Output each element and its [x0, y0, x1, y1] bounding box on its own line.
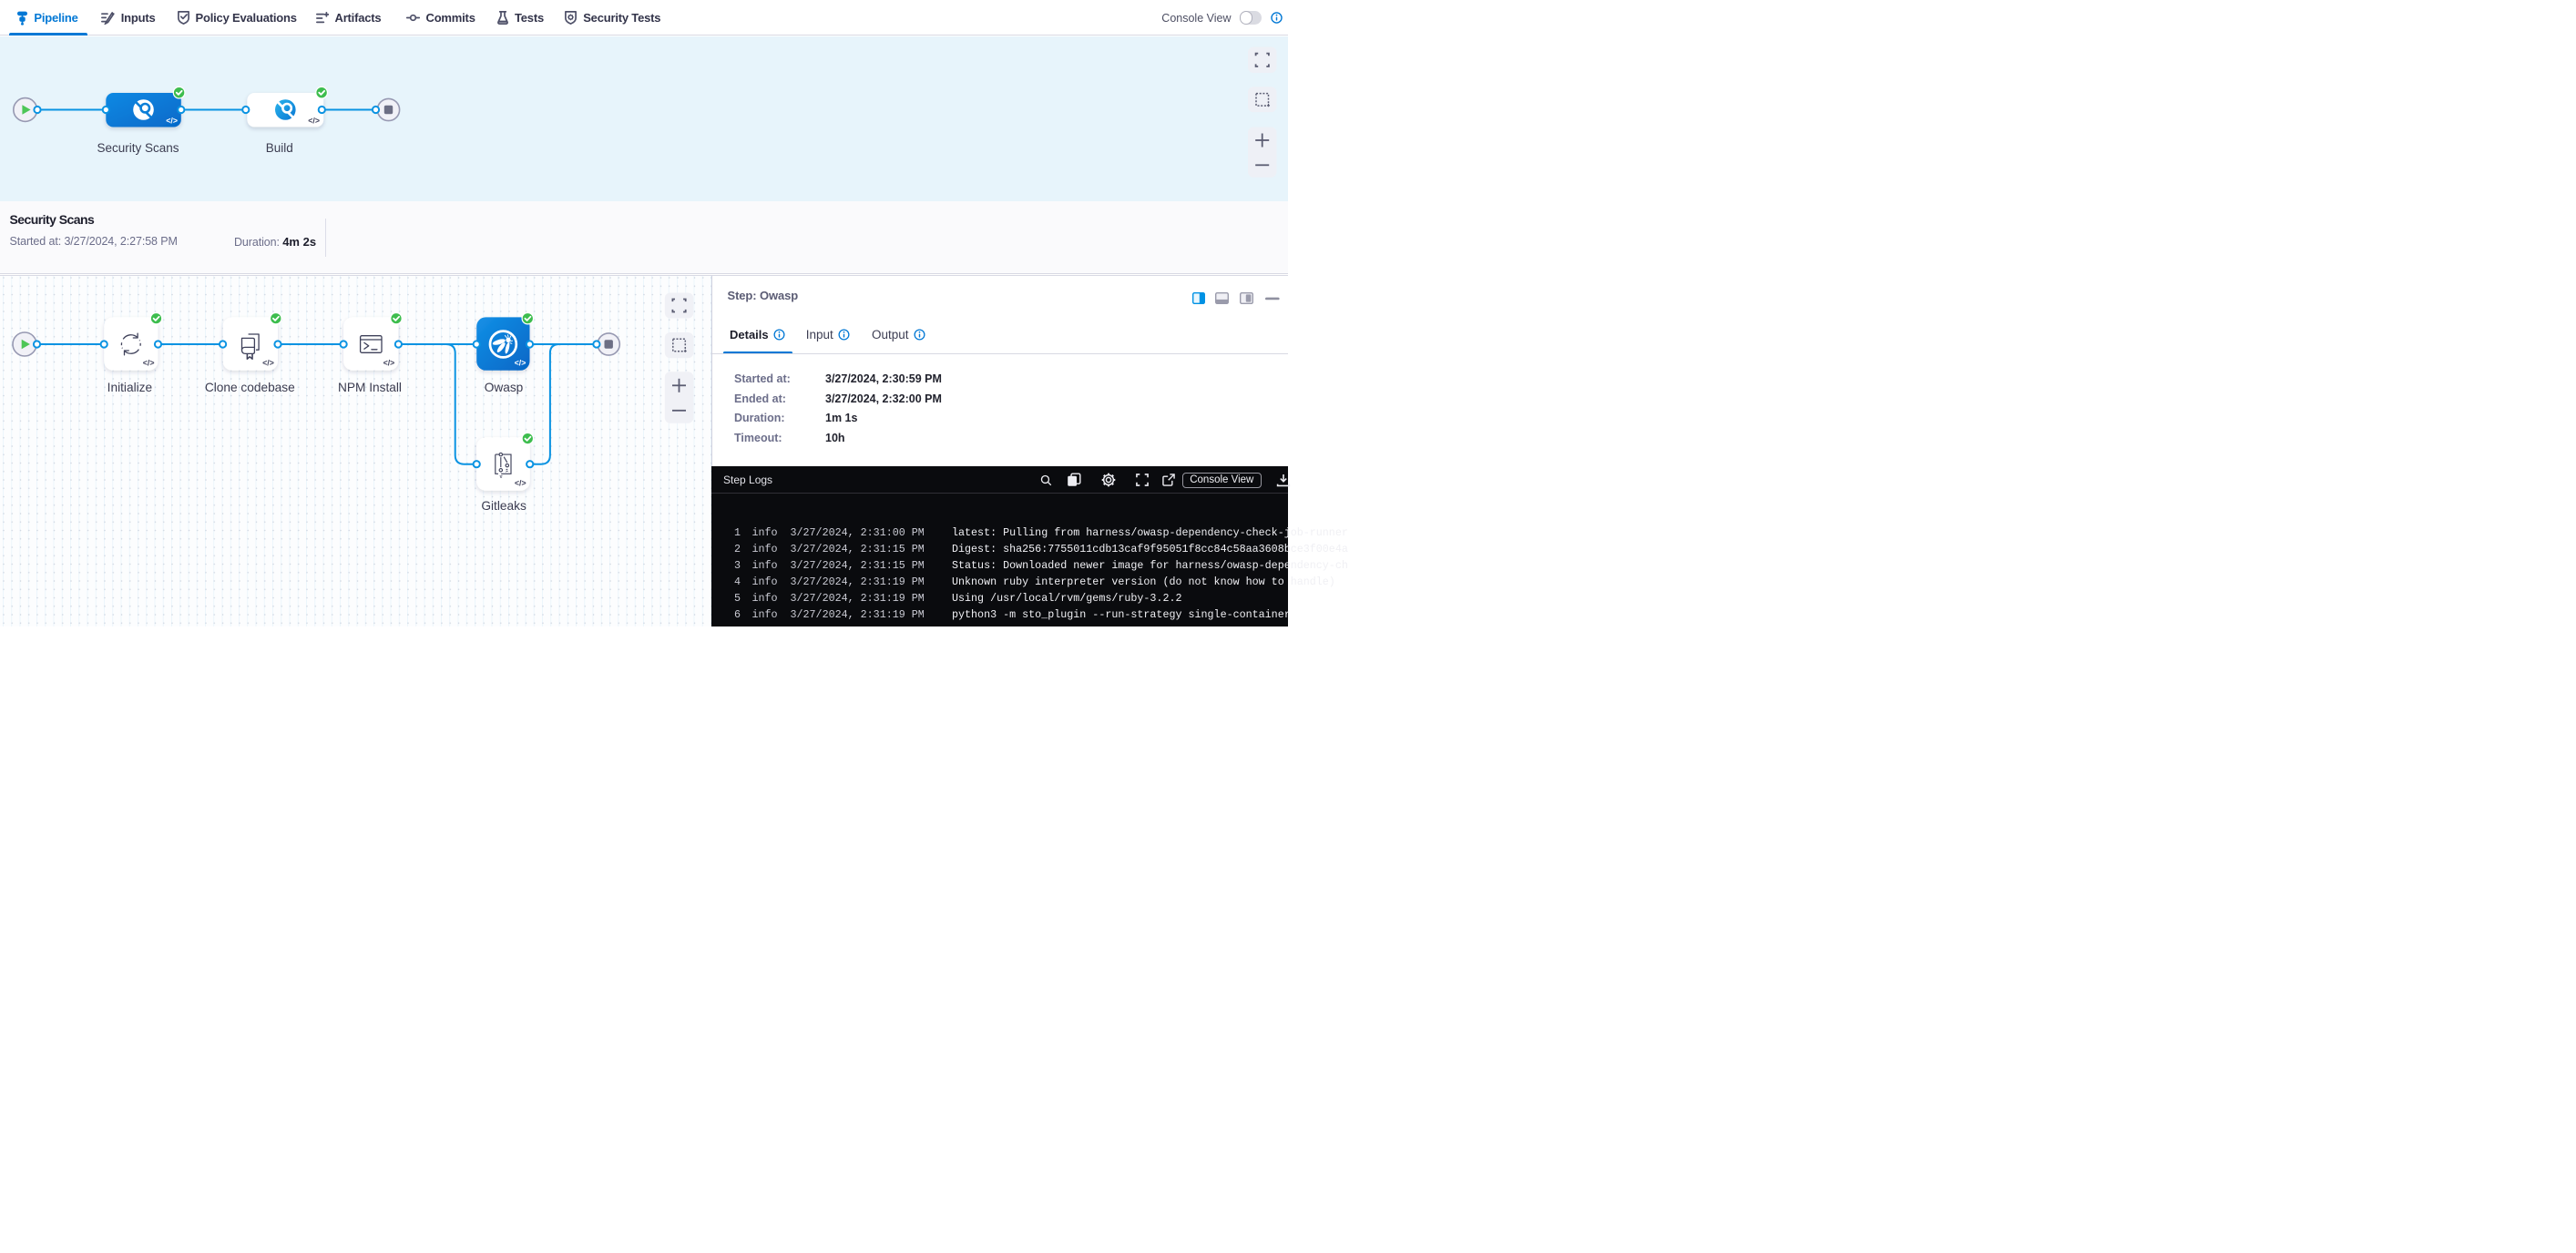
svg-text:</>: </>	[166, 117, 178, 126]
svg-text:Build: Build	[266, 141, 293, 155]
svg-text:Initialize: Initialize	[107, 381, 152, 394]
svg-text:Owasp: Owasp	[485, 381, 524, 394]
svg-text:NPM Install: NPM Install	[338, 381, 402, 394]
svg-text:</>: </>	[515, 479, 526, 488]
svg-text:Security Scans: Security Scans	[97, 141, 179, 155]
svg-text:Gitleaks: Gitleaks	[481, 499, 526, 513]
svg-text:</>: </>	[308, 117, 320, 126]
svg-text:</>: </>	[515, 359, 526, 368]
svg-text:Clone codebase: Clone codebase	[205, 381, 295, 394]
svg-text:</>: </>	[262, 359, 274, 368]
svg-text:</>: </>	[143, 359, 155, 368]
svg-text:</>: </>	[383, 359, 395, 368]
